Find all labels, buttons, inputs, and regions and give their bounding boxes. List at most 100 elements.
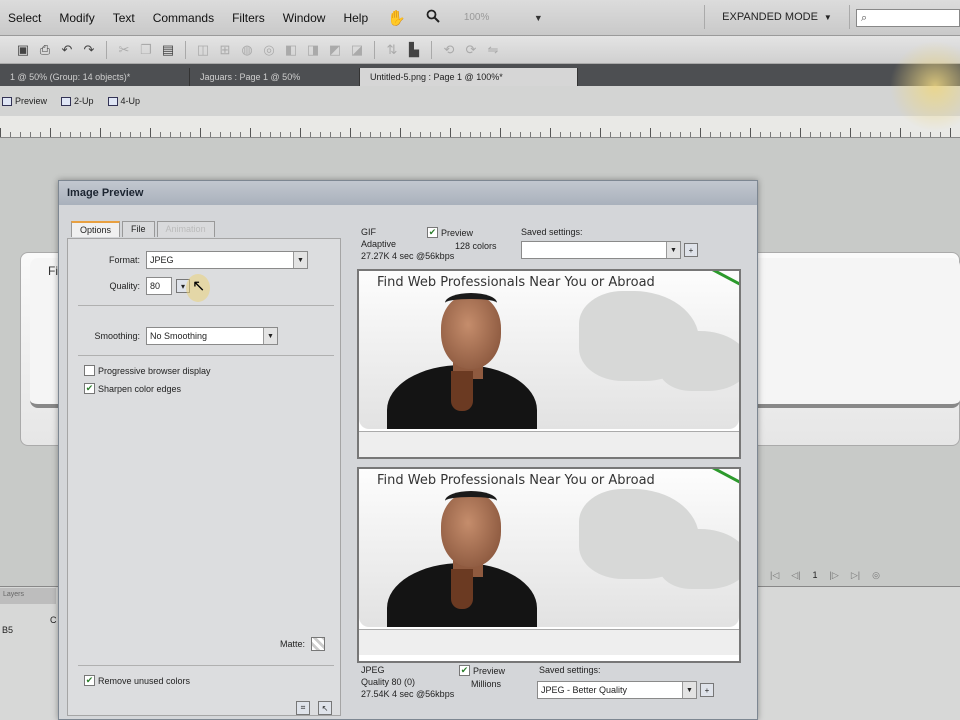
four-up-view-button[interactable]: 4-Up bbox=[107, 96, 140, 106]
panel-row-label: B5 bbox=[2, 625, 14, 635]
top-preview-image[interactable]: Find Web Professionals Near You or Abroa… bbox=[357, 269, 741, 459]
chevron-down-icon: ▼ bbox=[263, 328, 277, 344]
menu-text[interactable]: Text bbox=[104, 11, 144, 25]
remove-unused-checkbox[interactable]: ✔ bbox=[84, 675, 95, 686]
progressive-checkbox[interactable] bbox=[84, 365, 95, 376]
top-size-time: 27.27K 4 sec @56kbps bbox=[361, 251, 455, 261]
preview-pane: GIF Adaptive 27.27K 4 sec @56kbps ✔ Prev… bbox=[355, 221, 755, 717]
redo-icon[interactable]: ↷ bbox=[78, 42, 100, 58]
person-hair bbox=[445, 293, 497, 313]
preview-artwork: Find Web Professionals Near You or Abroa… bbox=[359, 271, 739, 429]
tab-document-2[interactable]: Jaguars : Page 1 @ 50% bbox=[190, 68, 360, 86]
two-up-view-label: 2-Up bbox=[74, 96, 94, 106]
chevron-down-icon: ▼ bbox=[823, 12, 832, 22]
document-tab-bar: 1 @ 50% (Group: 14 objects)* Jaguars : P… bbox=[0, 64, 960, 86]
two-up-icon bbox=[61, 96, 72, 106]
menu-help[interactable]: Help bbox=[334, 11, 377, 25]
next-page-icon[interactable]: |▷ bbox=[830, 570, 839, 581]
magnifier-icon[interactable] bbox=[426, 9, 440, 27]
intersect-icon[interactable]: ◨ bbox=[302, 42, 324, 58]
format-select[interactable]: JPEG ▼ bbox=[146, 251, 308, 269]
view-mode-bar: Preview 2-Up 4-Up bbox=[0, 86, 960, 116]
top-format: GIF bbox=[361, 227, 376, 237]
panel-col-label: C bbox=[50, 615, 57, 625]
hand-icon[interactable]: ✋ bbox=[387, 9, 406, 27]
zoom-dropdown-icon[interactable]: ▼ bbox=[534, 13, 543, 23]
image-preview-dialog: Image Preview Options File Animation For… bbox=[58, 180, 758, 720]
workspace-mode-switcher[interactable]: EXPANDED MODE ▼ bbox=[704, 5, 850, 29]
bottom-preview-image[interactable]: Find Web Professionals Near You or Abroa… bbox=[357, 467, 741, 663]
top-preview-checkbox[interactable]: ✔ bbox=[427, 227, 438, 238]
panel-tab[interactable]: Layers bbox=[0, 588, 56, 604]
remove-unused-label: Remove unused colors bbox=[98, 675, 191, 686]
preview-view-button[interactable]: Preview bbox=[2, 96, 47, 106]
top-save-settings-button[interactable]: + bbox=[684, 243, 698, 257]
tab-document-1[interactable]: 1 @ 50% (Group: 14 objects)* bbox=[0, 68, 190, 86]
tab-document-3[interactable]: Untitled-5.png : Page 1 @ 100%* bbox=[360, 68, 578, 86]
green-accent bbox=[711, 271, 739, 290]
dialog-tabs: Options File Animation bbox=[71, 221, 215, 237]
top-palette: Adaptive bbox=[361, 239, 397, 249]
page-number: 1 bbox=[812, 570, 818, 580]
cut-icon[interactable]: ✂ bbox=[113, 42, 135, 58]
rotate-right-icon[interactable]: ⟳ bbox=[460, 42, 482, 58]
arrange-icon[interactable]: ⇅ bbox=[381, 42, 403, 58]
first-page-icon[interactable]: |◁ bbox=[770, 570, 779, 581]
smoothing-select[interactable]: No Smoothing ▼ bbox=[146, 327, 278, 345]
bottom-saved-settings-select[interactable]: JPEG - Better Quality ▼ bbox=[537, 681, 697, 699]
horizontal-ruler bbox=[0, 116, 960, 138]
bottom-preview-heading: Find Web Professionals Near You or Abroa… bbox=[377, 473, 655, 488]
ungroup-icon[interactable]: ⊞ bbox=[214, 42, 236, 58]
print-icon[interactable]: ⎙ bbox=[34, 42, 56, 58]
zoom-level[interactable]: 100% bbox=[464, 12, 534, 23]
bottom-save-settings-button[interactable]: + bbox=[700, 683, 714, 697]
smoothing-value: No Smoothing bbox=[150, 331, 208, 341]
bottom-preview-checkbox[interactable]: ✔ bbox=[459, 665, 470, 676]
mouse-pointer-icon: ↖ bbox=[192, 278, 206, 295]
union-icon[interactable]: ◧ bbox=[280, 42, 302, 58]
top-colors: 128 colors bbox=[455, 241, 497, 251]
progressive-label: Progressive browser display bbox=[98, 365, 211, 376]
paste-icon[interactable]: ▤ bbox=[157, 42, 179, 58]
person-collar bbox=[451, 371, 473, 411]
pointer-tool-icon[interactable]: ↖ bbox=[318, 701, 332, 715]
sharpen-label: Sharpen color edges bbox=[98, 383, 182, 394]
preview-footer-strip bbox=[359, 431, 739, 457]
flip-icon[interactable]: ⇋ bbox=[482, 42, 504, 58]
align-icon[interactable]: ▙ bbox=[403, 42, 425, 58]
copy-icon[interactable]: ❐ bbox=[135, 42, 157, 58]
split-icon[interactable]: ◎ bbox=[258, 42, 280, 58]
top-saved-settings-label: Saved settings: bbox=[521, 227, 583, 237]
tab-options[interactable]: Options bbox=[71, 221, 121, 237]
group-icon[interactable]: ◫ bbox=[192, 42, 214, 58]
undo-icon[interactable]: ↶ bbox=[56, 42, 78, 58]
punch-icon[interactable]: ◩ bbox=[324, 42, 346, 58]
crop-icon[interactable]: ⌗ bbox=[296, 701, 310, 715]
top-saved-settings-select[interactable]: ▼ bbox=[521, 241, 681, 259]
menu-modify[interactable]: Modify bbox=[50, 11, 103, 25]
person-collar bbox=[451, 569, 473, 609]
matte-color-swatch[interactable] bbox=[311, 637, 326, 651]
menu-filters[interactable]: Filters bbox=[223, 11, 274, 25]
search-input[interactable]: ⌕ bbox=[856, 9, 960, 27]
quality-input[interactable]: 80 bbox=[146, 277, 172, 295]
two-up-view-button[interactable]: 2-Up bbox=[61, 96, 94, 106]
save-icon[interactable]: ▣ bbox=[12, 42, 34, 58]
join-icon[interactable]: ◍ bbox=[236, 42, 258, 58]
map-graphic bbox=[659, 529, 739, 589]
menu-commands[interactable]: Commands bbox=[144, 11, 223, 25]
ruler-ticks bbox=[0, 116, 960, 137]
menu-window[interactable]: Window bbox=[274, 11, 335, 25]
chevron-down-icon: ▼ bbox=[682, 682, 696, 698]
section-divider bbox=[78, 355, 334, 356]
menu-select[interactable]: Select bbox=[0, 11, 50, 25]
last-page-icon[interactable]: ▷| bbox=[851, 570, 860, 581]
tab-file[interactable]: File bbox=[122, 221, 155, 237]
preview-icon bbox=[2, 96, 12, 106]
rotate-left-icon[interactable]: ⟲ bbox=[438, 42, 460, 58]
stop-icon[interactable]: ◎ bbox=[872, 570, 880, 581]
crop-icon[interactable]: ◪ bbox=[346, 42, 368, 58]
prev-page-icon[interactable]: ◁| bbox=[791, 570, 800, 581]
sharpen-checkbox[interactable]: ✔ bbox=[84, 383, 95, 394]
bottom-quality: Quality 80 (0) bbox=[361, 677, 416, 687]
